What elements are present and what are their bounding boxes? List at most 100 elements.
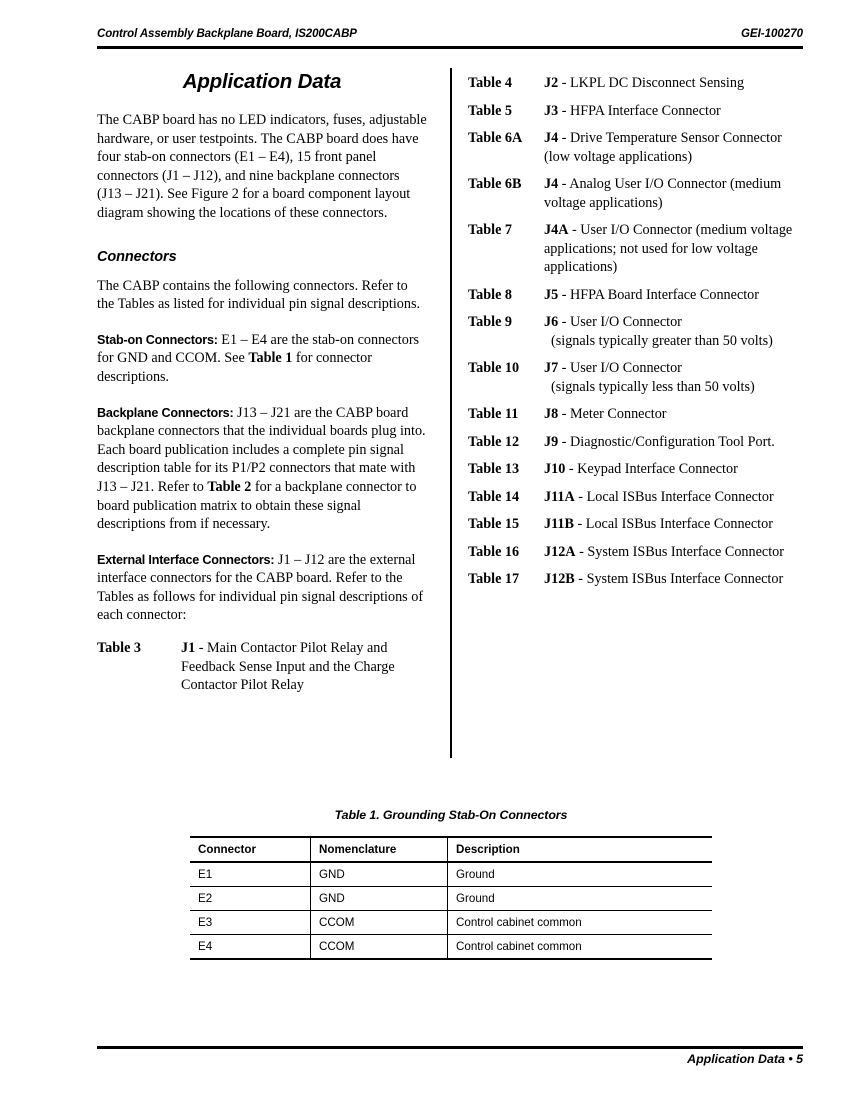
connector-description: - Main Contactor Pilot Relay and Feedbac… (181, 640, 395, 694)
connector-description: - HFPA Board Interface Connector (558, 286, 759, 303)
right-column: Table 4 J2 - LKPL DC Disconnect Sensing … (468, 74, 803, 598)
external-lead-in: External Interface Connectors: (97, 552, 275, 567)
connector-description: - User I/O Connector (medium voltage app… (544, 222, 793, 275)
table-row: E2 GND Ground (190, 886, 712, 911)
table-reference-label: Table 14 (468, 488, 520, 505)
table-reference-description: J2 - LKPL DC Disconnect Sensing (544, 74, 803, 93)
table-reference-row: Table 12 J9 - Diagnostic/Configuration T… (468, 433, 803, 452)
table-reference-description: J12B - System ISBus Interface Connector (544, 570, 803, 589)
grounding-stab-on-connectors-table: Connector Nomenclature Description E1 GN… (190, 836, 712, 960)
cell-nomenclature: GND (310, 886, 448, 911)
table-reference-row: Table 10 J7 - User I/O Connector (signals… (468, 359, 803, 396)
cell-connector: E1 (190, 862, 311, 887)
connector-description-line2: (signals typically less than 50 volts) (551, 378, 755, 395)
table-reference-row: Table 8 J5 - HFPA Board Interface Connec… (468, 286, 803, 305)
table-reference-row: Table 16 J12A - System ISBus Interface C… (468, 543, 803, 562)
connector-description: - Diagnostic/Configuration Tool Port. (558, 433, 775, 450)
table-reference-row: Table 14 J11A - Local ISBus Interface Co… (468, 488, 803, 507)
column-header-nomenclature: Nomenclature (310, 836, 448, 863)
table-reference-row: Table 11 J8 - Meter Connector (468, 405, 803, 424)
table-reference-label: Table 6A (468, 130, 523, 146)
cell-description: Control cabinet common (447, 934, 712, 960)
table-reference-description: J9 - Diagnostic/Configuration Tool Port. (544, 433, 803, 452)
connector-description: - Drive Temperature Sensor Connector (lo… (544, 130, 782, 165)
connectors-heading: Connectors (97, 248, 177, 265)
cell-description: Ground (447, 862, 712, 887)
table-reference-label: Table 3 (97, 640, 142, 657)
table-reference-label: Table 15 (468, 516, 520, 532)
cell-description: Control cabinet common (447, 910, 712, 935)
backplane-table-ref: Table 2 (207, 478, 252, 495)
connector-description: - LKPL DC Disconnect Sensing (558, 75, 745, 91)
column-header-description: Description (447, 836, 712, 863)
table-reference-description: J4 - Analog User I/O Connector (medium v… (544, 175, 803, 212)
connector-description: - System ISBus Interface Connector (575, 543, 784, 560)
connector-id: J2 (544, 75, 559, 91)
connector-description: - Meter Connector (558, 406, 667, 422)
connector-id: J4A (544, 222, 569, 238)
connectors-paragraph: The CABP contains the following connecto… (97, 277, 421, 313)
connector-id: J12A (544, 543, 576, 560)
cell-connector: E2 (190, 886, 311, 911)
table-reference-description: J12A - System ISBus Interface Connector (544, 543, 803, 562)
table-reference-label: Table 12 (468, 433, 520, 450)
header-document-number: GEI-100270 (740, 28, 803, 40)
intro-paragraph: The CABP board has no LED indicators, fu… (97, 112, 427, 221)
connector-id: J10 (544, 461, 566, 477)
table-reference-row: Table 15 J11B - Local ISBus Interface Co… (468, 515, 803, 534)
connector-description: - Local ISBus Interface Connector (573, 516, 773, 532)
table-reference-label: Table 8 (468, 286, 513, 303)
connector-description: - Local ISBus Interface Connector (574, 488, 774, 505)
connector-id: J12B (544, 571, 575, 587)
table-reference-label: Table 13 (468, 461, 520, 477)
table-reference-label: Table 17 (468, 571, 520, 587)
column-divider (450, 68, 452, 758)
table-row: E1 GND Ground (190, 862, 712, 887)
backplane-lead-in: Backplane Connectors: (97, 405, 234, 420)
connector-id: J7 (544, 360, 559, 376)
backplane-paragraph: Backplane Connectors: J13 – J21 are the … (97, 404, 427, 534)
document-page: Control Assembly Backplane Board, IS200C… (0, 0, 850, 1100)
table-reference-row: Table 6A J4 - Drive Temperature Sensor C… (468, 129, 803, 166)
header-rule (97, 46, 803, 49)
table-body: E1 GND Ground E2 GND Ground E3 CCOM Cont… (190, 862, 712, 960)
page-title: Application Data (182, 70, 342, 93)
cell-nomenclature: GND (310, 862, 448, 887)
table-reference-description: J3 - HFPA Interface Connector (544, 102, 803, 121)
connector-id: J6 (544, 314, 559, 330)
table-reference-description: J11B - Local ISBus Interface Connector (544, 515, 803, 534)
table-head: Connector Nomenclature Description (190, 836, 712, 863)
table-reference-description: J5 - HFPA Board Interface Connector (544, 286, 803, 305)
cell-connector: E4 (190, 934, 311, 960)
table-reference-row: Table 3 J1 - Main Contactor Pilot Relay … (97, 639, 427, 695)
table-1-block: Table 1. Grounding Stab-On Connectors Co… (190, 808, 712, 960)
table-reference-row: Table 5 J3 - HFPA Interface Connector (468, 102, 803, 121)
stab-on-table-ref: Table 1 (248, 350, 293, 367)
table-reference-label: Table 4 (468, 75, 513, 91)
table-reference-label: Table 7 (468, 222, 513, 238)
connector-id: J11B (544, 516, 574, 532)
table-reference-description: J11A - Local ISBus Interface Connector (544, 488, 803, 507)
table-1-caption: Table 1. Grounding Stab-On Connectors (334, 808, 568, 822)
connector-id: J4 (544, 130, 559, 146)
table-header-row: Connector Nomenclature Description (190, 836, 712, 863)
connector-id: J1 (181, 640, 196, 657)
connector-description: - Keypad Interface Connector (565, 461, 738, 477)
table-reference-label: Table 16 (468, 543, 520, 560)
connector-id: J3 (544, 102, 559, 119)
table-reference-label: Table 11 (468, 406, 519, 422)
external-paragraph: External Interface Connectors: J1 – J12 … (97, 551, 427, 625)
header-document-title: Control Assembly Backplane Board, IS200C… (97, 28, 357, 40)
table-reference-label: Table 6B (468, 176, 522, 192)
left-column: Application Data The CABP board has no L… (97, 70, 427, 704)
table-reference-description: J8 - Meter Connector (544, 405, 803, 424)
table-reference-row: Table 7 J4A - User I/O Connector (medium… (468, 221, 803, 277)
table-row: E4 CCOM Control cabinet common (190, 934, 712, 960)
connector-description: - Analog User I/O Connector (medium volt… (544, 176, 782, 211)
connector-description-line2: (signals typically greater than 50 volts… (551, 332, 773, 349)
footer-rule (97, 1046, 803, 1049)
table-reference-row: Table 17 J12B - System ISBus Interface C… (468, 570, 803, 589)
table-reference-description: J7 - User I/O Connector (signals typicall… (544, 359, 803, 396)
table-reference-label: Table 5 (468, 102, 513, 119)
left-table-reference-list: Table 3 J1 - Main Contactor Pilot Relay … (97, 639, 427, 695)
